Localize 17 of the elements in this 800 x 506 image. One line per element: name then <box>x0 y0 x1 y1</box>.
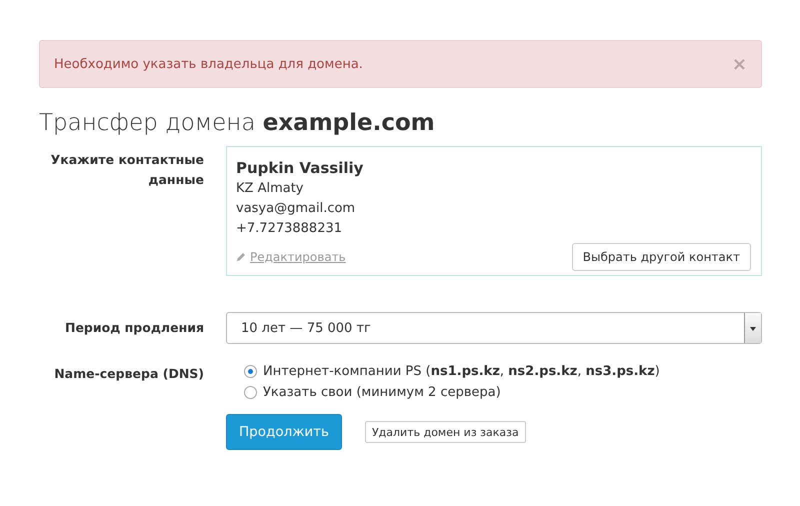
pencil-icon <box>236 252 246 262</box>
contact-name: Pupkin Vassiliy <box>236 158 364 179</box>
alert-message: Необходимо указать владельца для домена. <box>54 56 363 72</box>
field-label: Период продления <box>64 319 204 337</box>
radio-button[interactable] <box>244 365 257 378</box>
dns-radio-option[interactable]: Интернет-компании PS (ns1.ps.kz, ns2.ps.kz, ns3.ps.kz) <box>244 364 762 379</box>
remove-domain-button[interactable]: Удалить домен из заказа <box>364 421 526 443</box>
contact-detail: KZ Almaty <box>236 180 304 198</box>
period-select[interactable]: 10 лет — 75 000 тг <box>226 312 762 344</box>
field-label: Укажите контактные данные <box>50 151 204 189</box>
page-title: Трансфер домена example.com <box>39 110 436 136</box>
contact-detail: vasya@gmail.com <box>236 200 356 218</box>
radio-button[interactable] <box>244 386 257 399</box>
field-label: Name-сервера (DNS) <box>53 365 204 383</box>
dns-radio-option[interactable]: Указать свои (минимум 2 сервера) <box>244 385 762 400</box>
contact-detail: +7.7273888231 <box>236 220 344 238</box>
choose-contact-button[interactable]: Выбрать другой контакт <box>572 243 751 271</box>
